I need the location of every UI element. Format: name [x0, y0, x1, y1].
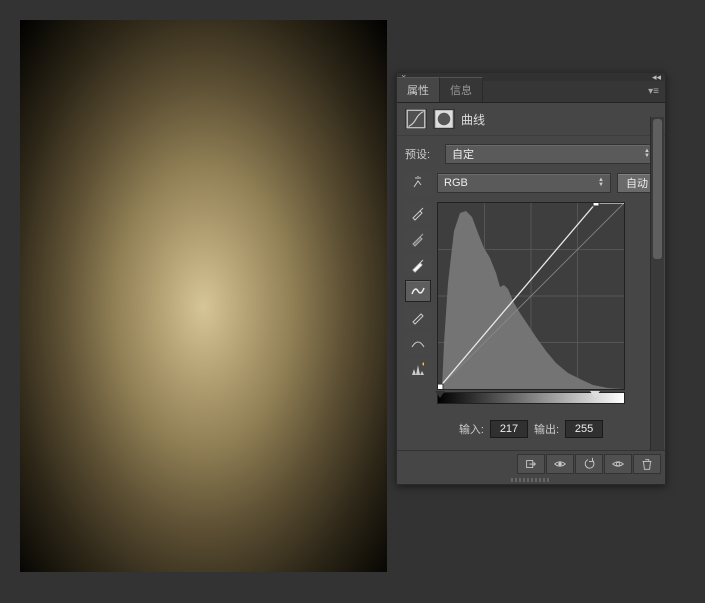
channel-dropdown[interactable]: RGB ▲▼: [437, 173, 611, 193]
panel-footer: [397, 450, 665, 476]
input-output-row: 输入: 输出:: [405, 412, 657, 442]
channel-row: RGB ▲▼ 自动: [405, 172, 657, 194]
toggle-visibility-icon[interactable]: [604, 454, 632, 474]
curve-region: [437, 202, 657, 404]
mask-icon[interactable]: [433, 109, 455, 129]
channel-value: RGB: [444, 177, 468, 189]
white-point-slider[interactable]: [590, 391, 600, 398]
dropdown-arrows-icon: ▲▼: [598, 178, 604, 188]
preset-value: 自定: [452, 146, 474, 162]
input-gradient-slider[interactable]: [437, 392, 625, 404]
curves-area: [405, 202, 657, 404]
pencil-tool-icon[interactable]: [405, 306, 431, 328]
properties-panel: × ◂◂ 属性 信息 ▾≡ 曲线 预设: 自定 ▲▼ RGB: [396, 72, 666, 485]
preset-label: 预设:: [405, 146, 439, 162]
scroll-thumb[interactable]: [653, 119, 662, 259]
curves-tools: [405, 202, 431, 404]
view-previous-icon[interactable]: [546, 454, 574, 474]
panel-tabs: 属性 信息 ▾≡: [397, 81, 665, 103]
eyedropper-gray-icon[interactable]: [405, 228, 431, 250]
output-value-field[interactable]: [565, 420, 603, 438]
histogram-clip-icon[interactable]: [405, 358, 431, 380]
output-label: 输出:: [534, 421, 559, 437]
tab-properties[interactable]: 属性: [397, 77, 440, 102]
adjustment-header: 曲线: [397, 103, 665, 136]
panel-menu-icon[interactable]: ▾≡: [648, 86, 659, 97]
curves-adjustment-icon: [405, 109, 427, 129]
black-point-slider[interactable]: [435, 391, 445, 398]
preset-row: 预设: 自定 ▲▼: [405, 144, 657, 164]
eyedropper-white-icon[interactable]: [405, 254, 431, 276]
preset-dropdown[interactable]: 自定 ▲▼: [445, 144, 657, 164]
tab-info[interactable]: 信息: [440, 77, 483, 102]
curve-point-tool-icon[interactable]: [405, 280, 431, 302]
finger-adjust-icon[interactable]: [405, 172, 431, 194]
panel-scrollbar[interactable]: [650, 117, 664, 450]
input-label: 输入:: [459, 421, 484, 437]
panel-body: 预设: 自定 ▲▼ RGB ▲▼ 自动: [397, 136, 665, 450]
adjustment-title: 曲线: [461, 111, 485, 128]
trash-icon[interactable]: [633, 454, 661, 474]
curve-graph[interactable]: [437, 202, 625, 390]
document-canvas[interactable]: [20, 20, 387, 572]
clip-to-layer-icon[interactable]: [517, 454, 545, 474]
eyedropper-black-icon[interactable]: [405, 202, 431, 224]
smooth-tool-icon[interactable]: [405, 332, 431, 354]
image-content: [20, 20, 387, 572]
resize-grip[interactable]: [397, 476, 665, 484]
input-value-field[interactable]: [490, 420, 528, 438]
reset-icon[interactable]: [575, 454, 603, 474]
